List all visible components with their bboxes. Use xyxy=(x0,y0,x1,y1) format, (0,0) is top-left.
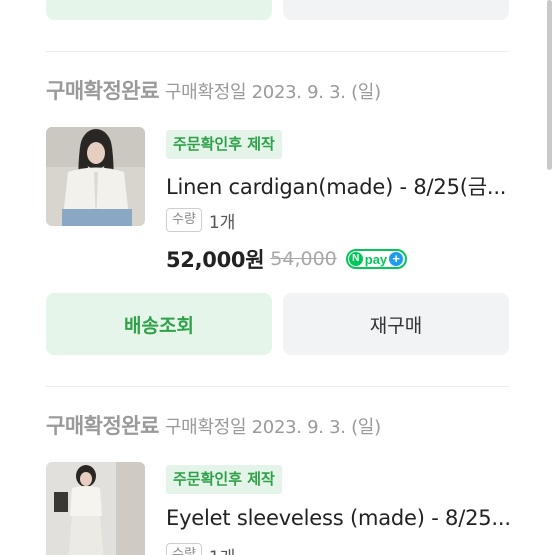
product-thumbnail-image xyxy=(46,462,145,555)
previous-track-button[interactable] xyxy=(46,0,272,20)
price-row: 52,000원 54,000 N pay + xyxy=(166,245,408,273)
quantity-row: 수량 1개 xyxy=(166,543,235,555)
order-divider xyxy=(46,51,509,52)
scrollbar[interactable] xyxy=(547,0,552,170)
npay-logo-icon: N pay + xyxy=(345,249,408,269)
delivery-tracking-button[interactable]: 배송조회 xyxy=(46,293,272,355)
made-to-order-badge: 주문확인후 제작 xyxy=(166,130,282,159)
product-thumbnail[interactable] xyxy=(46,127,145,226)
order-divider xyxy=(46,386,509,387)
order-status: 구매확정완료 xyxy=(46,79,159,103)
previous-rebuy-button[interactable] xyxy=(283,0,509,20)
quantity-row: 수량 1개 xyxy=(166,208,236,233)
order-status-line: 구매확정완료 구매확정일 2023. 9. 3. (일) xyxy=(46,410,381,440)
order-status: 구매확정완료 xyxy=(46,414,159,438)
order-confirm-date: 구매확정일 2023. 9. 3. (일) xyxy=(164,417,381,438)
product-thumbnail[interactable] xyxy=(46,462,145,555)
quantity-value: 1개 xyxy=(209,543,235,555)
order-history-page: 구매확정완료 구매확정일 2023. 9. 3. (일) 주문확인후 제작 Lin… xyxy=(0,0,555,555)
product-title[interactable]: Eyelet sleeveless (made) - 8/25... xyxy=(166,506,511,530)
npay-plus-mark: + xyxy=(389,252,404,266)
order-confirm-date: 구매확정일 2023. 9. 3. (일) xyxy=(164,82,381,103)
quantity-label: 수량 xyxy=(166,208,202,232)
sale-price: 52,000원 xyxy=(166,248,265,272)
order-card: 구매확정완료 구매확정일 2023. 9. 3. (일) 주문확인후 제작 Lin… xyxy=(0,75,555,375)
product-thumbnail-image xyxy=(46,127,145,226)
rebuy-button[interactable]: 재구매 xyxy=(283,293,509,355)
npay-text: pay xyxy=(364,251,388,267)
order-status-line: 구매확정완료 구매확정일 2023. 9. 3. (일) xyxy=(46,75,381,105)
quantity-value: 1개 xyxy=(208,212,236,233)
order-card: 구매확정완료 구매확정일 2023. 9. 3. (일) 주문확인후 제작 Eye… xyxy=(0,410,555,555)
made-to-order-badge: 주문확인후 제작 xyxy=(166,465,282,494)
npay-n-mark: N xyxy=(348,252,363,266)
product-title[interactable]: Linen cardigan(made) - 8/25(금... xyxy=(166,171,511,201)
original-price: 54,000 xyxy=(270,248,337,270)
quantity-label: 수량 xyxy=(166,543,202,555)
